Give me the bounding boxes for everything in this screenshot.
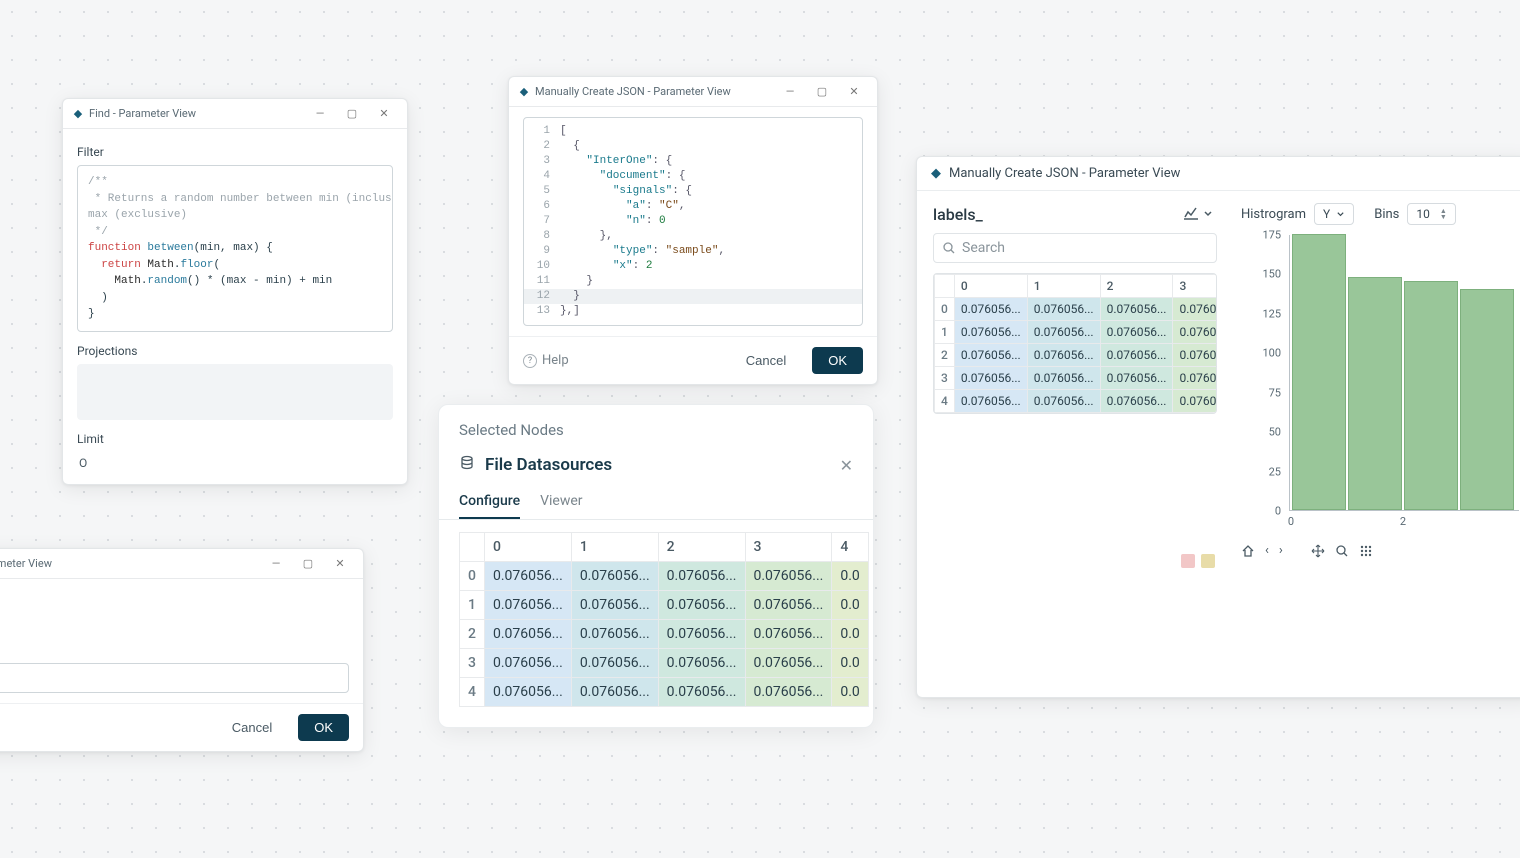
table-row[interactable]: 20.076056...0.076056...0.076056...0.0760… (460, 620, 869, 649)
titlebar[interactable]: ind - Parameter View — ▢ ✕ (0, 549, 363, 579)
projections-box[interactable] (77, 364, 393, 420)
close-icon[interactable]: ✕ (840, 456, 853, 475)
titlebar[interactable]: ◆ Find - Parameter View — ▢ ✕ (63, 99, 407, 129)
titlebar[interactable]: ◆ Manually Create JSON - Parameter View … (509, 77, 877, 107)
ok-button[interactable]: OK (298, 714, 349, 741)
move-icon[interactable] (1311, 544, 1325, 558)
table-row[interactable]: 40.076056...0.076056...0.076056...0.0760 (935, 390, 1218, 413)
help-link[interactable]: ?Help (523, 353, 569, 368)
json-editor[interactable]: 1[ 2 { 3 "InterOne": { 4 "document": { 5… (523, 117, 863, 326)
selected-nodes-panel: Selected Nodes File Datasources ✕ Config… (438, 404, 874, 728)
crop-window: ind - Parameter View — ▢ ✕ ws umns Help … (0, 548, 364, 752)
maximize-icon[interactable]: ▢ (295, 554, 321, 574)
arrow-right-icon[interactable]: › (1279, 543, 1283, 558)
close-icon[interactable]: ✕ (327, 554, 353, 574)
search-input[interactable]: Search (933, 233, 1217, 263)
table-row[interactable]: 40.076056...0.076056...0.076056...0.0760… (460, 678, 869, 707)
home-icon[interactable] (1241, 544, 1255, 558)
histogram-chart: 1751501251007550250 02 (1251, 235, 1519, 535)
section-name: File Datasources (485, 455, 830, 475)
limit-value[interactable]: O (77, 452, 393, 474)
table-row[interactable]: 00.076056...0.076056...0.076056...0.0760 (935, 298, 1218, 321)
legend-swatches (933, 554, 1217, 568)
zoom-icon[interactable] (1335, 544, 1349, 558)
chevron-down-icon (1203, 209, 1213, 219)
table-row[interactable]: 00.076056...0.076056...0.076056...0.0760… (460, 562, 869, 591)
legend-swatch (1181, 554, 1195, 568)
panel-title: Selected Nodes (439, 405, 873, 449)
minimize-icon[interactable]: — (263, 554, 289, 574)
cancel-button[interactable]: Cancel (216, 714, 288, 741)
tab-viewer[interactable]: Viewer (540, 487, 582, 519)
table-row[interactable]: 10.076056...0.076056...0.076056...0.0760 (935, 321, 1218, 344)
table-row[interactable]: 30.076056...0.076056...0.076056...0.0760 (935, 367, 1218, 390)
close-icon[interactable]: ✕ (841, 82, 867, 102)
json-window: ◆ Manually Create JSON - Parameter View … (508, 76, 878, 385)
window-title: Manually Create JSON - Parameter View (949, 166, 1180, 181)
filter-label: Filter (77, 145, 393, 159)
projections-label: Projections (77, 344, 393, 358)
data-table: 0 1 2 3 4 00.076056...0.076056...0.07605… (459, 532, 869, 707)
axis-select[interactable]: Y (1314, 203, 1354, 225)
table-row[interactable]: 30.076056...0.076056...0.076056...0.0760… (460, 649, 869, 678)
bins-stepper[interactable]: 10▲▼ (1407, 203, 1455, 225)
minimize-icon[interactable]: — (777, 82, 803, 102)
line-chart-icon (1183, 207, 1199, 221)
histogram-label: Histrogram (1241, 207, 1306, 222)
arrow-left-icon[interactable]: ‹ (1265, 543, 1269, 558)
chevron-down-icon (1336, 210, 1345, 219)
tabs: Configure Viewer (439, 481, 873, 520)
ok-button[interactable]: OK (812, 347, 863, 374)
cancel-button[interactable]: Cancel (730, 347, 802, 374)
app-icon: ◆ (519, 87, 529, 97)
titlebar[interactable]: ◆ Manually Create JSON - Parameter View (917, 157, 1520, 191)
legend-swatch (1201, 554, 1215, 568)
labels-text: labels_ (933, 205, 1179, 224)
columns-label: umns (0, 636, 349, 663)
app-icon: ◆ (73, 109, 83, 119)
bins-label: Bins (1374, 207, 1399, 222)
table-row[interactable]: 10.076056...0.076056...0.076056...0.0760… (460, 591, 869, 620)
right-panel: ◆ Manually Create JSON - Parameter View … (916, 156, 1520, 698)
table-row[interactable]: 20.076056...0.076056...0.076056...0.0760 (935, 344, 1218, 367)
find-window: ◆ Find - Parameter View — ▢ ✕ Filter /**… (62, 98, 408, 485)
window-title: Find - Parameter View (89, 107, 196, 120)
help-icon: ? (523, 354, 537, 368)
window-title: Manually Create JSON - Parameter View (535, 85, 731, 98)
minimize-icon[interactable]: — (307, 104, 333, 124)
chart-type-button[interactable] (1179, 203, 1217, 225)
mini-table: 0 1 2 3 00.076056...0.076056...0.076056.… (933, 273, 1217, 414)
window-title: ind - Parameter View (0, 557, 52, 570)
search-icon (942, 241, 956, 255)
rows-label: ws (0, 589, 349, 616)
close-icon[interactable]: ✕ (371, 104, 397, 124)
chart-toolbar: ‹ › (1241, 543, 1519, 558)
filter-code-editor[interactable]: /** * Returns a random number between mi… (77, 165, 393, 332)
grid-icon[interactable] (1359, 544, 1373, 558)
maximize-icon[interactable]: ▢ (339, 104, 365, 124)
tab-configure[interactable]: Configure (459, 487, 520, 519)
app-icon: ◆ (931, 166, 941, 181)
columns-input[interactable] (0, 663, 349, 693)
database-icon (459, 455, 475, 475)
maximize-icon[interactable]: ▢ (809, 82, 835, 102)
limit-label: Limit (77, 432, 393, 446)
